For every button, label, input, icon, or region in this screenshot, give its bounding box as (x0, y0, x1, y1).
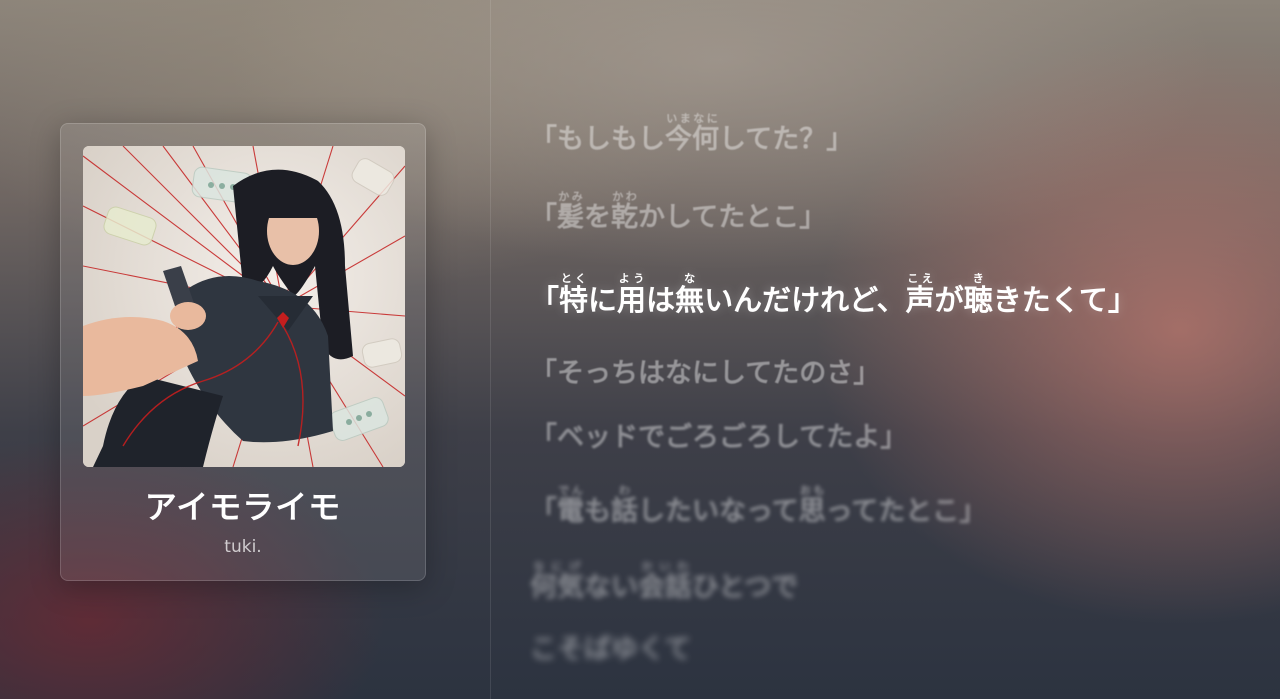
lyric-word: 何なに (692, 112, 719, 155)
lyric-furigana: とく (559, 272, 589, 285)
lyric-text: が (934, 283, 964, 317)
lyric-word: 話わ (611, 484, 638, 527)
lyric-furigana: かいわ (638, 560, 692, 573)
lyric-line[interactable]: こそばゆくて (530, 632, 691, 667)
lyric-word: 聴き (963, 272, 993, 317)
now-playing-panel: アイモライモ tuki. (0, 0, 490, 699)
lyric-word: 会話かいわ (638, 560, 692, 603)
lyric-text: に (588, 283, 618, 317)
lyric-furigana: なにげ (530, 560, 584, 573)
lyric-furigana: き (963, 272, 993, 285)
lyric-word: 髪かみ (557, 190, 584, 233)
lyric-text: したいなって (638, 496, 799, 527)
lyric-word: 乾かわ (611, 190, 638, 233)
album-artwork-illustration (83, 146, 405, 467)
lyric-text: を (584, 202, 611, 233)
lyric-line[interactable]: 「ベッドでごろごろしてたよ」 (530, 420, 907, 455)
lyric-text: きたくて」 (992, 283, 1137, 317)
lyric-furigana: なに (692, 112, 719, 125)
lyric-text: 「 (530, 283, 560, 317)
pane-divider (490, 0, 491, 699)
album-artwork[interactable] (83, 146, 405, 467)
lyric-text: 「ベッドでごろごろしてたよ」 (530, 422, 908, 453)
lyric-word: 今いま (665, 112, 692, 155)
lyric-word: 何気なにげ (530, 560, 584, 603)
lyric-text: 「 (530, 202, 557, 233)
lyric-text: ひとつで (692, 572, 799, 603)
lyrics-panel: 「もしもし今いま何なにしてた？」 「髪かみを乾かわかしてたとこ」 「特とくに用ようは… (530, 0, 1270, 699)
lyric-word: 声こえ (905, 272, 935, 317)
album-card[interactable]: アイモライモ tuki. (60, 123, 426, 581)
lyric-word: 特とく (559, 272, 589, 317)
lyric-furigana: な (675, 272, 705, 285)
lyric-furigana: いま (665, 112, 692, 125)
lyric-line[interactable]: 「髪かみを乾かわかしてたとこ」 (530, 190, 826, 235)
lyric-text: いんだけれど、 (704, 283, 906, 317)
lyric-text: は (646, 283, 676, 317)
lyric-line[interactable]: 「そっちはなにしてたのさ」 (530, 356, 880, 391)
lyric-word: 思おも (798, 484, 826, 527)
lyric-word: 電でん (557, 484, 584, 527)
lyric-text: かしてたとこ」 (638, 202, 827, 233)
lyric-text: 「そっちはなにしてたのさ」 (530, 358, 881, 389)
lyric-line[interactable]: 「電でんも話わしたいなって思おもってたとこ」 (530, 484, 986, 529)
lyric-text: も (584, 496, 611, 527)
lyric-line[interactable]: 「もしもし今いま何なにしてた？」 (530, 112, 853, 157)
lyric-word: 無な (675, 272, 705, 317)
lyric-word: 用よう (617, 272, 647, 317)
lyric-text: 「もしもし (530, 124, 665, 155)
lyric-text: こそばゆくて (530, 634, 692, 665)
lyric-text: ってたとこ」 (825, 496, 987, 527)
lyric-furigana: わ (611, 484, 638, 497)
lyric-text: してた？」 (719, 124, 854, 155)
lyric-furigana: かわ (611, 190, 638, 203)
lyric-text: 「 (530, 496, 557, 527)
lyric-line[interactable]: 何気なにげない会話かいわひとつで (530, 560, 798, 605)
lyric-furigana: かみ (557, 190, 584, 203)
artist-name[interactable]: tuki. (61, 537, 425, 557)
lyric-furigana: でん (557, 484, 584, 497)
lyric-furigana: おも (798, 484, 826, 497)
lyric-furigana: こえ (905, 272, 935, 285)
lyric-line-active[interactable]: 「特とくに用ようは無ないんだけれど、声こえが聴ききたくて」 (530, 272, 1137, 320)
song-title: アイモライモ (144, 488, 342, 526)
lyric-text: ない (584, 572, 638, 603)
lyric-furigana: よう (617, 272, 647, 285)
